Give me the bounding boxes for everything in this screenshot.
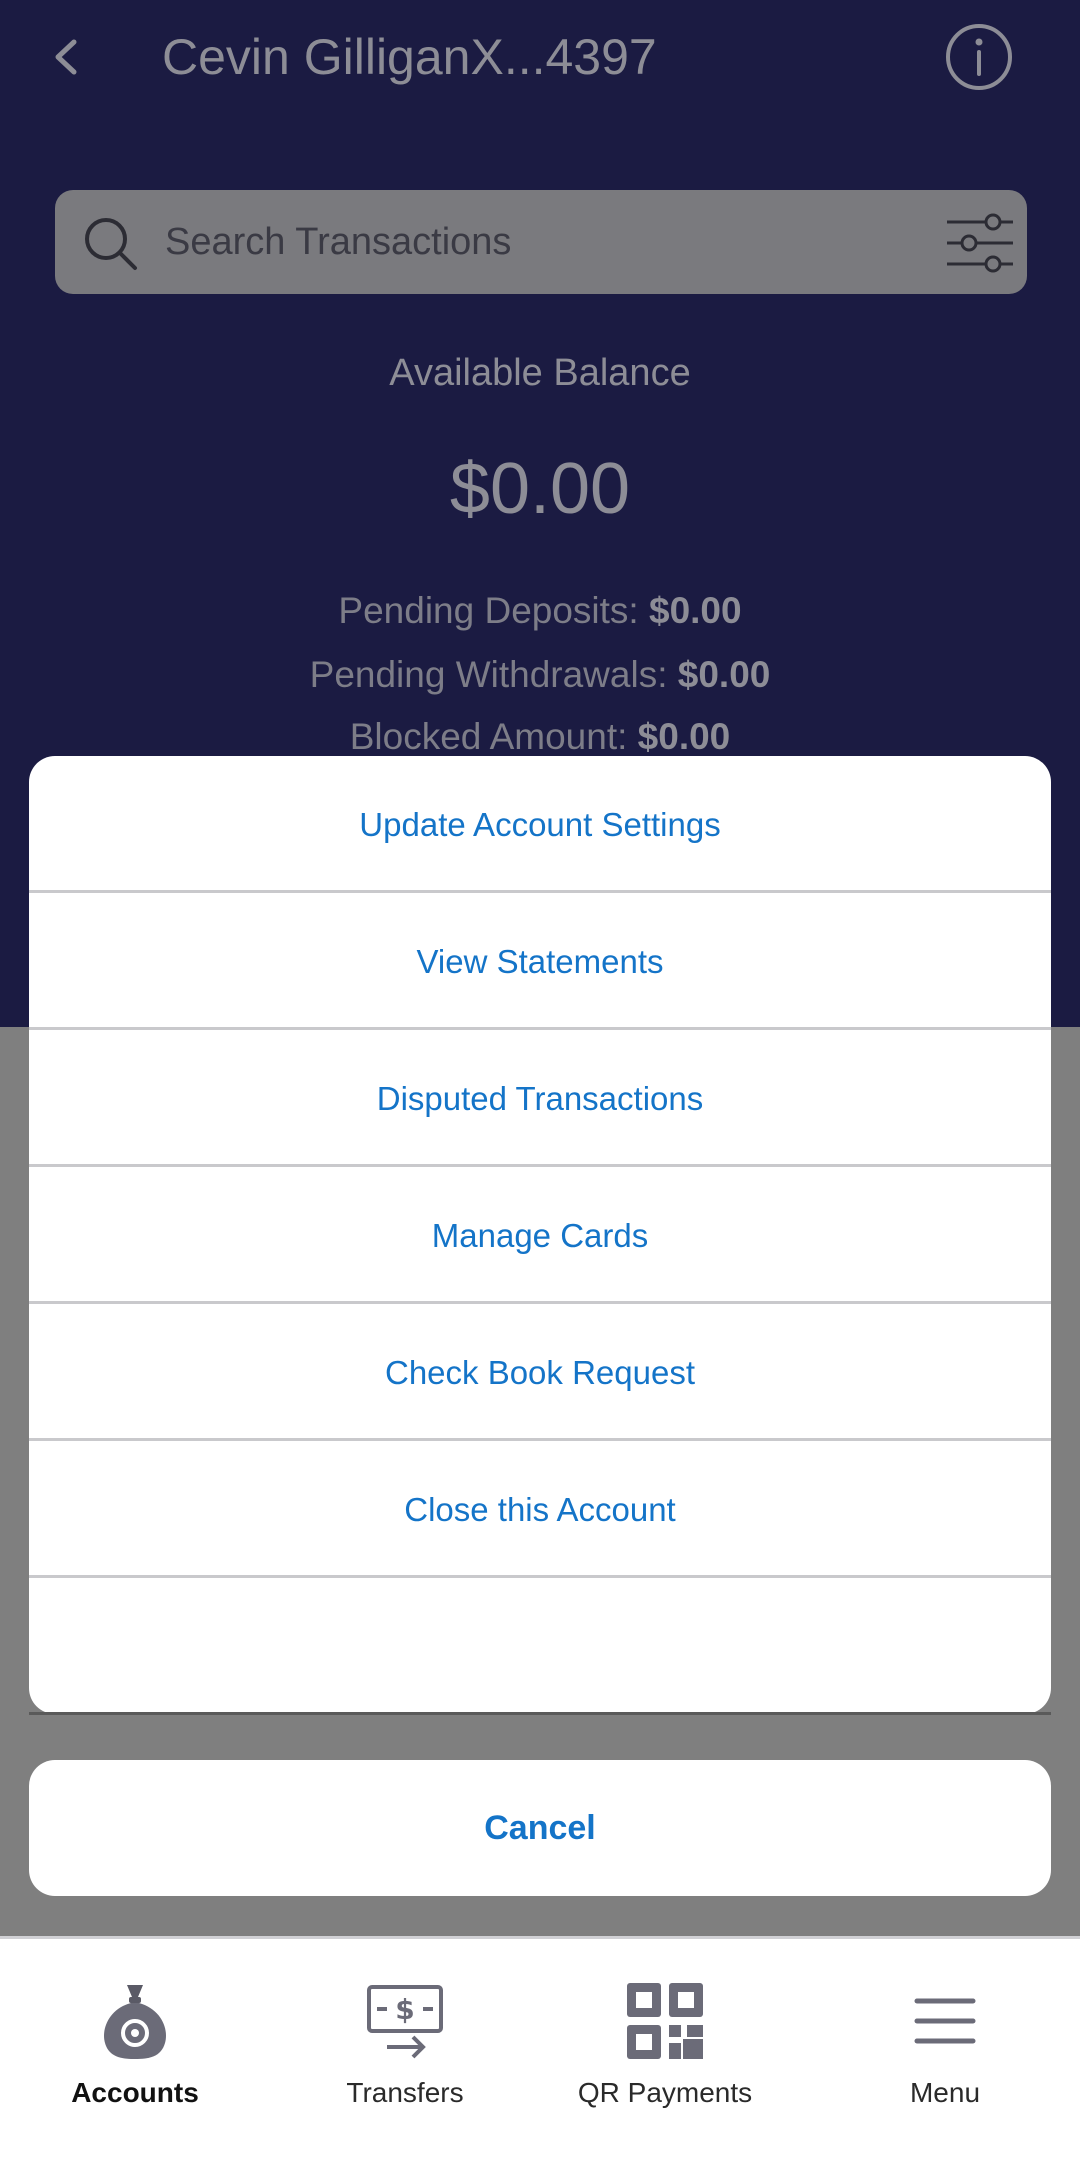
svg-text:$: $ [395,1993,414,2026]
pending-withdrawals: Pending Withdrawals: $0.00 [0,654,1080,696]
bottom-navigation: Accounts $ Transfers QR Payments Menu [0,1936,1080,2167]
nav-label-menu: Menu [909,2077,981,2108]
pending-withdrawals-value: $0.00 [677,654,771,695]
close-account-button[interactable]: Close this Account [29,1441,1051,1578]
available-balance-label: Available Balance [389,352,691,394]
search-input[interactable] [165,190,865,294]
pending-withdrawals-label: Pending Withdrawals: [309,654,668,695]
info-button[interactable] [944,22,1014,92]
available-balance-value: $0.00 [449,449,631,529]
blocked-amount-label: Blocked Amount: [349,716,628,757]
page-title: Cevin GilliganX...4397 [162,29,657,85]
cancel-button[interactable]: Cancel [29,1760,1051,1896]
nav-item-qr-payments[interactable]: QR Payments [530,1939,800,2167]
chevron-left-icon [55,39,77,75]
update-account-settings-button[interactable]: Update Account Settings [29,756,1051,893]
view-statements-button[interactable]: View Statements [29,893,1051,1030]
nav-label-accounts: Accounts [71,2077,199,2108]
blocked-amount-value: $0.00 [637,716,731,757]
check-book-request-button[interactable]: Check Book Request [29,1304,1051,1441]
search-bar [55,190,1027,294]
pending-deposits: Pending Deposits: $0.00 [0,590,1080,632]
disputed-transactions-button[interactable]: Disputed Transactions [29,1030,1051,1167]
nav-label-transfers: Transfers [346,2077,464,2108]
filter-button[interactable] [945,208,1015,278]
top-bar: Cevin GilliganX...4397 [0,0,1080,115]
info-icon [946,24,1012,90]
pending-deposits-value: $0.00 [649,590,742,631]
manage-cards-button[interactable]: Manage Cards [29,1167,1051,1304]
nav-item-menu[interactable]: Menu [810,1939,1080,2167]
search-icon [85,218,137,270]
blocked-amount: Blocked Amount: $0.00 [0,716,1080,758]
qr-code-icon [627,1983,703,2059]
back-button[interactable] [40,22,96,92]
filter-icon [947,213,1013,273]
pending-deposits-label: Pending Deposits: [338,590,639,631]
hamburger-icon [914,1998,976,2044]
nav-item-transfers[interactable]: $ Transfers [270,1939,540,2167]
nav-item-accounts[interactable]: Accounts [0,1939,270,2167]
sheet-divider [29,1712,1051,1715]
transfer-icon: $ [367,1985,443,2059]
account-actions-sheet: Update Account Settings View Statements … [29,756,1051,1714]
money-bag-icon [104,1985,166,2059]
nav-label-qr-payments: QR Payments [577,2077,753,2108]
empty-sheet-row [29,1578,1051,1714]
